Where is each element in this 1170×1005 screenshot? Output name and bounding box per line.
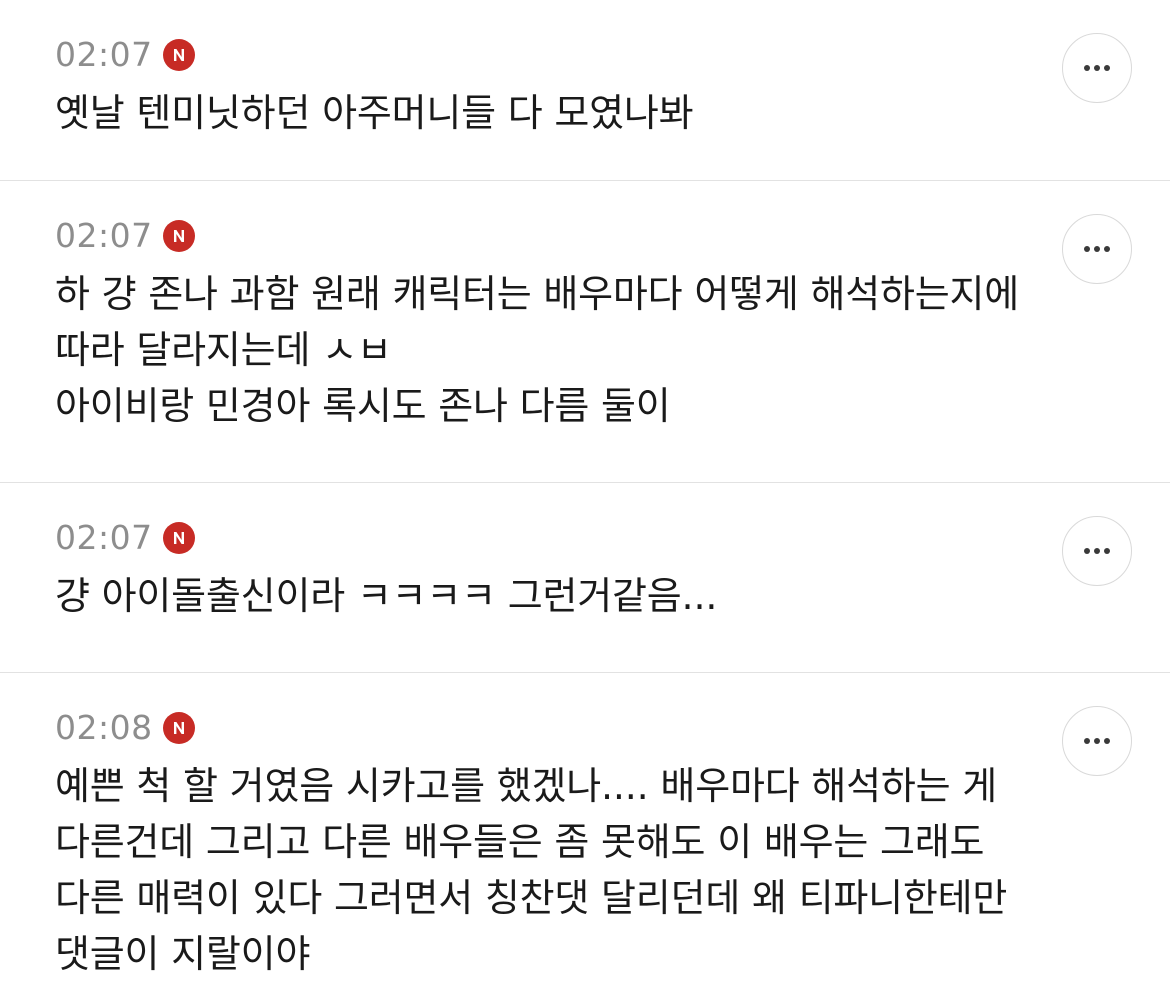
comment-text: 예쁜 척 할 거였음 시카고를 했겠나.... 배우마다 해석하는 게 다른건데… [55,764,1008,976]
comment-time: 02:08 [55,708,153,747]
comment-time: 02:07 [55,35,153,74]
comment-meta: 02:07 [55,36,195,74]
comment-item: 02:07 걍 아이돌출신이라 ㅋㅋㅋㅋ 그런거같음... [0,483,1170,673]
n-badge-icon [162,220,195,252]
comment-list: 02:07 옛날 텐미닛하던 아주머니들 다 모였나봐 02:07 하 걍 존나… [0,0,1170,1005]
comment-text: 하 걍 존나 과함 원래 캐릭터는 배우마다 어떻게 해석하는지에 따라 달라지… [55,272,1020,428]
more-icon [1084,65,1110,71]
comment-time: 02:07 [55,518,153,557]
more-icon [1084,246,1110,252]
n-badge-icon [162,522,195,554]
n-badge-icon [162,39,195,71]
comment-item: 02:08 예쁜 척 할 거였음 시카고를 했겠나.... 배우마다 해석하는 … [0,673,1170,1005]
comment-text: 옛날 텐미닛하던 아주머니들 다 모였나봐 [55,91,694,135]
comment-meta: 02:07 [55,217,195,255]
comment-meta: 02:07 [55,519,195,557]
more-options-button[interactable] [1062,33,1132,103]
comment-text: 걍 아이돌출신이라 ㅋㅋㅋㅋ 그런거같음... [55,574,718,618]
more-options-button[interactable] [1062,706,1132,776]
comment-meta: 02:08 [55,709,195,747]
comment-item: 02:07 옛날 텐미닛하던 아주머니들 다 모였나봐 [0,0,1170,181]
comment-item: 02:07 하 걍 존나 과함 원래 캐릭터는 배우마다 어떻게 해석하는지에 … [0,181,1170,483]
comment-time: 02:07 [55,216,153,255]
more-options-button[interactable] [1062,214,1132,284]
n-badge-icon [162,712,195,744]
more-options-button[interactable] [1062,516,1132,586]
more-icon [1084,738,1110,744]
more-icon [1084,548,1110,554]
